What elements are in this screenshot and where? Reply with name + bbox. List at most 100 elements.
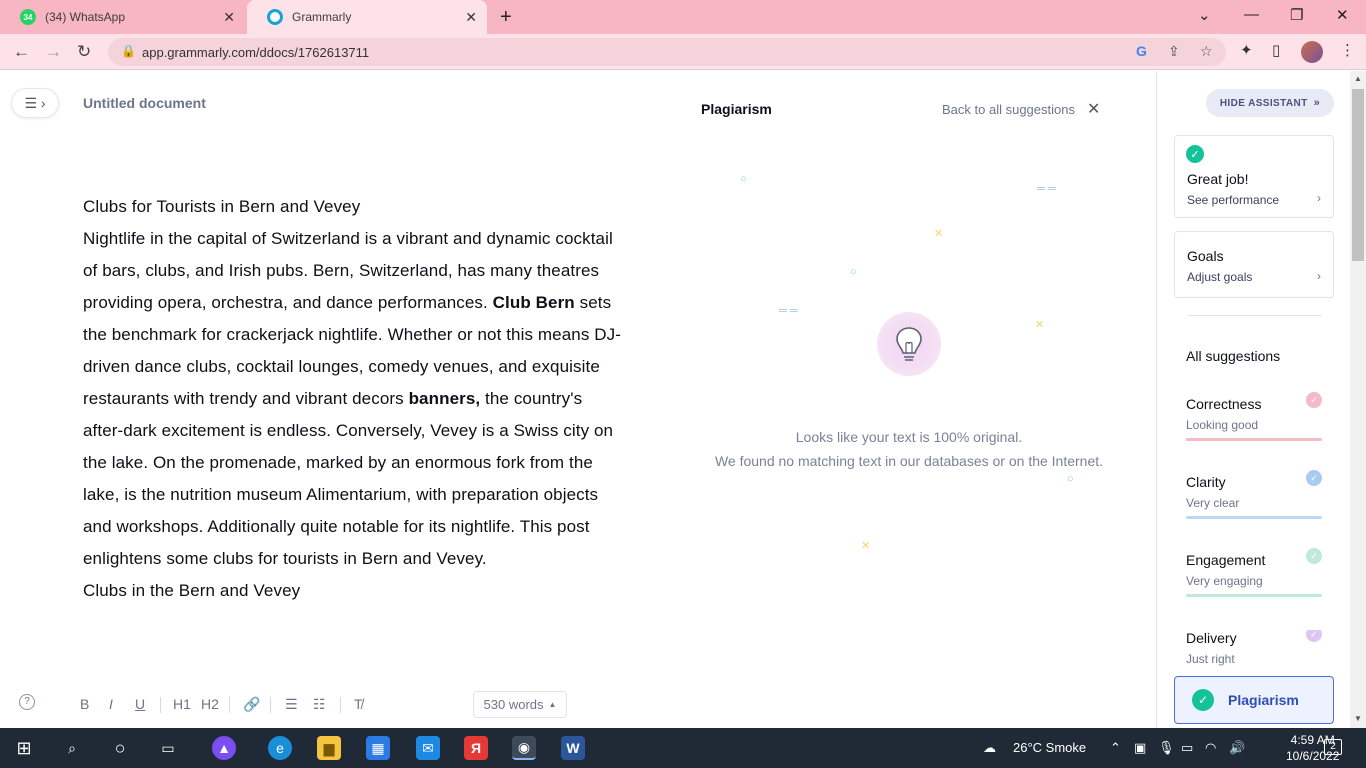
tab-search-icon[interactable]: ⌄ [1198,6,1211,24]
chevron-up-icon[interactable]: ⌃ [1110,740,1121,756]
category-bar [1186,516,1322,519]
italic-button[interactable]: I [109,696,113,712]
new-tab-button[interactable]: + [500,6,512,29]
see-performance-link[interactable]: See performance [1187,193,1279,207]
double-chevron-right-icon: » [1313,97,1321,109]
close-icon[interactable]: ✕ [465,9,477,26]
side-panel-icon[interactable]: ▯ [1272,41,1280,59]
decor-circle: ○ [1067,473,1074,485]
check-icon: ✓ [1186,145,1204,163]
h2-button[interactable]: H2 [201,696,219,712]
task-view-icon[interactable]: ▭ [156,736,180,760]
menu-button[interactable]: ☰ › [11,88,59,118]
document-body[interactable]: Clubs for Tourists in Bern and Vevey Nig… [83,191,623,607]
word-icon[interactable]: W [561,736,585,760]
chrome-icon[interactable]: ◉ [512,736,536,760]
plagiarism-title: Plagiarism [701,101,772,117]
link-icon[interactable]: 🔗 [243,696,260,713]
page-scrollbar[interactable]: ▲ ▼ [1350,71,1366,728]
search-icon[interactable]: ⌕ [60,736,84,760]
scroll-down-icon[interactable]: ▼ [1354,714,1362,723]
chevron-right-icon: › [1317,269,1321,283]
edge-icon[interactable]: e [268,736,292,760]
category-clarity[interactable]: Clarity Very clear ✓ [1186,470,1322,534]
close-icon[interactable]: ✕ [223,9,235,26]
menu-icon[interactable]: ⋮ [1340,41,1355,59]
decor-sparkle: ✕ [1035,319,1045,331]
tab-whatsapp[interactable]: 34 (34) WhatsApp ✕ [0,0,245,34]
decor-sparkle: ✕ [934,228,944,240]
notifications-icon[interactable]: 2 [1324,737,1342,755]
clear-format-icon[interactable]: T̸ [354,696,363,712]
word-count[interactable]: 530 words ▲ [473,691,567,718]
weather-text[interactable]: 26°C Smoke [1013,740,1086,755]
close-icon[interactable]: ✕ [1087,99,1100,119]
microphone-icon[interactable]: 🎙 [1158,740,1175,756]
yandex-icon[interactable]: Я [464,736,488,760]
category-correctness[interactable]: Correctness Looking good ✓ [1186,392,1322,456]
goals-label: Goals [1187,248,1224,264]
category-delivery[interactable]: Delivery Just right ✓ [1186,630,1322,668]
help-icon[interactable]: ? [19,694,35,710]
back-button[interactable]: ← [13,42,30,62]
scrollbar-thumb[interactable] [1352,89,1364,261]
category-bar [1186,438,1322,441]
great-job-label: Great job! [1187,171,1249,187]
tab-grammarly[interactable]: Grammarly ✕ [247,0,487,34]
bold-button[interactable]: B [80,696,89,712]
decor-sparkle: ✕ [861,540,871,552]
battery-icon[interactable]: ▭ [1181,740,1193,756]
bulleted-list-icon[interactable]: ☷ [313,696,326,713]
extensions-icon[interactable]: ✦ [1240,41,1253,59]
check-icon: ✓ [1306,392,1322,408]
divider [229,697,230,713]
volume-icon[interactable]: 🔊 [1229,740,1245,756]
category-engagement[interactable]: Engagement Very engaging ✓ [1186,548,1322,612]
decor-circle: ○ [740,173,747,185]
lightbulb-icon [877,312,941,376]
star-icon[interactable]: ☆ [1200,43,1213,60]
hide-assistant-button[interactable]: HIDE ASSISTANT » [1206,89,1334,117]
underline-button[interactable]: U [135,696,145,712]
assistant-sidebar: HIDE ASSISTANT » ✓ Great job! See perfor… [1156,71,1350,728]
share-icon[interactable]: ⇪ [1168,43,1180,60]
whatsapp-icon: 34 [20,9,36,25]
all-suggestions-label[interactable]: All suggestions [1186,348,1280,364]
app-icon[interactable]: ▲ [212,736,236,760]
goals-card[interactable]: Goals Adjust goals › [1174,231,1334,298]
highlight-club-bern[interactable]: Club Bern [493,293,575,312]
caret-up-icon: ▲ [548,700,557,709]
meet-icon[interactable]: ▣ [1134,740,1146,756]
back-to-suggestions-link[interactable]: Back to all suggestions [942,102,1075,117]
weather-icon[interactable]: ☁ [983,740,996,756]
document-title[interactable]: Untitled document [83,95,206,111]
adjust-goals-link[interactable]: Adjust goals [1187,270,1252,284]
numbered-list-icon[interactable]: ☰ [285,696,298,713]
store-icon[interactable]: ▦ [366,736,390,760]
reload-button[interactable]: ↻ [77,42,91,62]
plagiarism-button[interactable]: ✓ Plagiarism [1174,676,1334,724]
check-icon: ✓ [1306,630,1322,642]
windows-start-icon[interactable]: ⊞ [12,736,36,760]
cortana-icon[interactable]: ○ [108,736,132,760]
restore-button[interactable]: ❐ [1290,6,1303,24]
close-window-button[interactable]: ✕ [1336,6,1349,24]
scroll-up-icon[interactable]: ▲ [1354,74,1362,83]
performance-card[interactable]: ✓ Great job! See performance › [1174,135,1334,218]
file-explorer-icon[interactable]: ▆ [317,736,341,760]
windows-taskbar: ⊞ ⌕ ○ ▭ ▲ e ▆ ▦ ✉ Я ◉ W ☁ 26°C Smoke ⌃ ▣… [0,728,1366,768]
profile-avatar[interactable] [1301,41,1323,63]
chrome-icon [267,9,283,25]
forward-button[interactable]: → [45,42,62,62]
wifi-icon[interactable]: ◠ [1205,740,1216,756]
minimize-button[interactable]: — [1244,6,1259,23]
url-text[interactable]: app.grammarly.com/ddocs/1762613711 [142,45,369,60]
omnibox[interactable]: 🔒 app.grammarly.com/ddocs/1762613711 G ⇪… [108,38,1226,66]
google-icon[interactable]: G [1136,43,1147,59]
highlight-banners[interactable]: banners, [409,389,481,408]
tab-label: (34) WhatsApp [45,10,126,24]
h1-button[interactable]: H1 [173,696,191,712]
editor-area: ☰ › Untitled document Clubs for Tourists… [0,71,1156,728]
mail-icon[interactable]: ✉ [416,736,440,760]
tab-label: Grammarly [292,10,352,24]
